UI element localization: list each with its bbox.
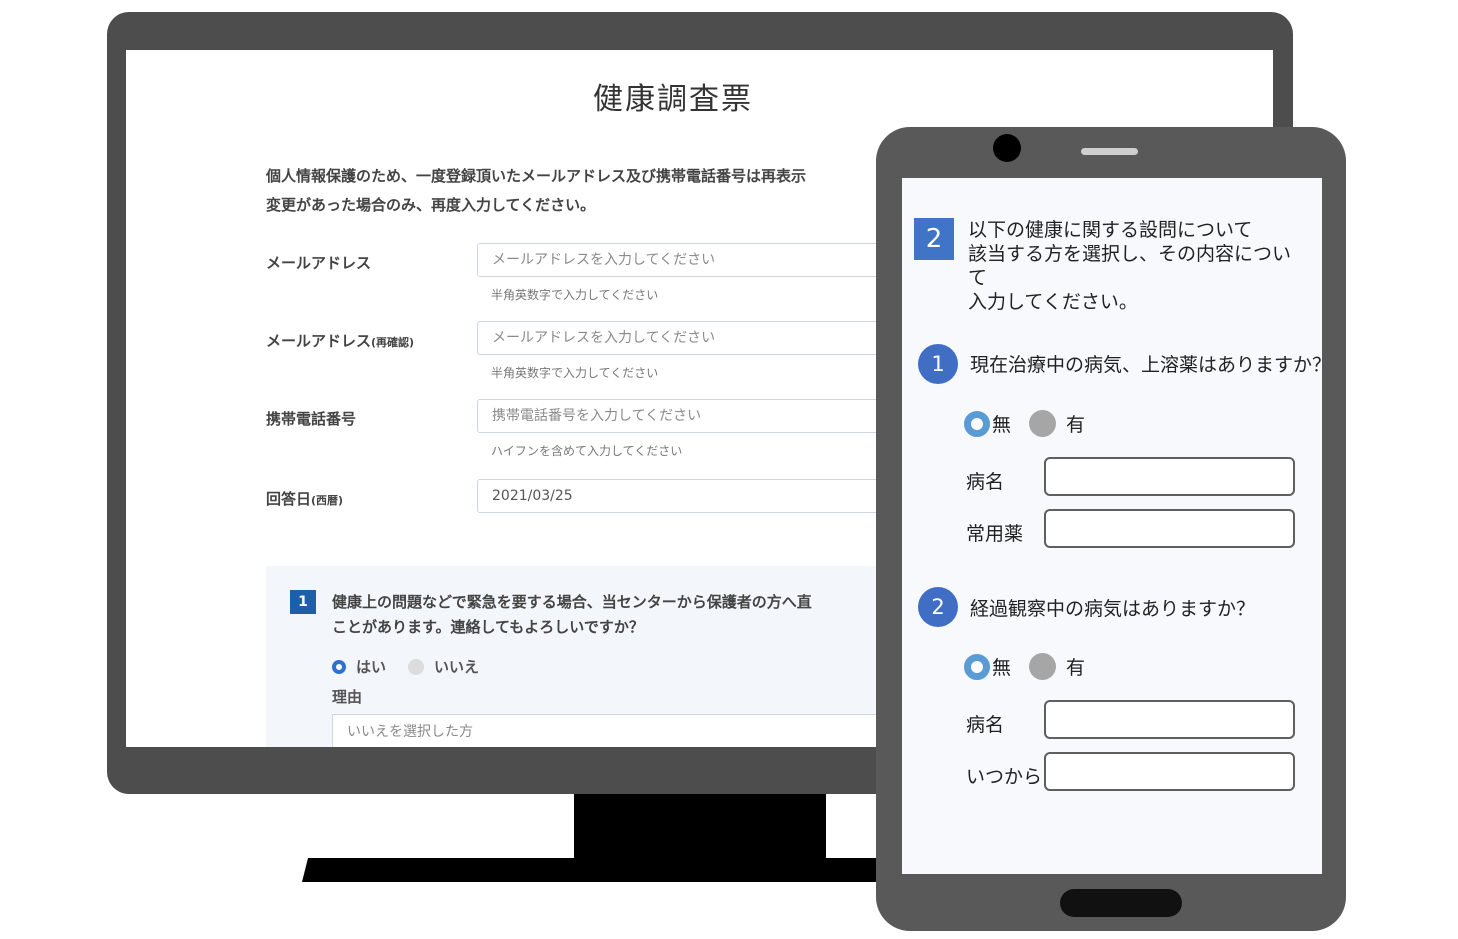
q2-since-label: いつから (966, 766, 1043, 788)
camera-icon (993, 134, 1021, 162)
speaker-grille (1081, 148, 1138, 155)
email-confirm-label: メールアドレス(再確認) (266, 332, 415, 350)
email-help: 半角英数字で入力してください (491, 288, 659, 302)
q1-radio-no[interactable] (964, 410, 990, 437)
tablet-device: 2 以下の健康に関する設問について 該当する方を選択し、その内容について 入力し… (876, 127, 1346, 931)
q2-radio-yes-label: 有 (1066, 657, 1086, 679)
monitor-stand-neck (574, 794, 826, 860)
home-button[interactable] (1060, 889, 1182, 917)
q2-radio-no-label: 無 (992, 657, 1012, 679)
question-1-text: 現在治療中の病気、上溶薬はありますか？ (970, 354, 1322, 376)
question-number-badge: 1 (290, 590, 316, 614)
q1-radio-no-label: 無 (992, 414, 1012, 436)
email-label: メールアドレス (266, 254, 372, 272)
q1-medicine-field[interactable] (1044, 509, 1295, 548)
q1-disease-label: 病名 (966, 471, 1005, 493)
q2-radio-no[interactable] (964, 653, 990, 680)
tablet-screen: 2 以下の健康に関する設問について 該当する方を選択し、その内容について 入力し… (902, 178, 1322, 874)
question-1-number: 1 (918, 344, 958, 384)
reason-label: 理由 (332, 688, 363, 706)
question-1-radio-group: 無 有 (964, 410, 1085, 437)
q2-disease-label: 病名 (966, 714, 1005, 736)
q1-radio-yes-label: 有 (1066, 414, 1086, 436)
consent-radio-group: はい いいえ (332, 656, 479, 677)
q1-radio-yes[interactable] (1029, 410, 1057, 437)
radio-yes[interactable] (332, 659, 346, 674)
question-2-text: 経過観察中の病気はありますか？ (970, 598, 1256, 620)
q2-since-field[interactable] (1044, 752, 1295, 791)
q2-radio-yes[interactable] (1029, 653, 1057, 680)
question-line-2: ことがあります。連絡してもよろしいですか？ (332, 618, 644, 636)
phone-label: 携帯電話番号 (266, 410, 357, 428)
question-2-number: 2 (918, 587, 958, 627)
question-line-1: 健康上の問題などで緊急を要する場合、当センターから保護者の方へ直 (332, 593, 812, 611)
q1-disease-field[interactable] (1044, 457, 1295, 496)
q2-disease-field[interactable] (1044, 700, 1295, 739)
question-2-radio-group: 無 有 (964, 653, 1085, 680)
email-confirm-help: 半角英数字で入力してください (491, 366, 659, 380)
answer-date-label: 回答日(西暦) (266, 490, 344, 508)
section-number-badge: 2 (914, 218, 954, 260)
q1-medicine-label: 常用薬 (966, 523, 1024, 545)
radio-no[interactable] (408, 658, 425, 675)
radio-yes-label: はい (356, 658, 387, 676)
page-title: 健康調査票 (593, 82, 753, 117)
phone-help: ハイフンを含めて入力してください (491, 444, 683, 458)
section-intro: 以下の健康に関する設問について 該当する方を選択し、その内容について 入力してく… (968, 219, 1292, 313)
question-text: 健康上の問題などで緊急を要する場合、当センターから保護者の方へ直 ことがあります… (332, 590, 812, 640)
monitor-stand-base (302, 858, 902, 882)
radio-no-label: いいえ (434, 658, 480, 676)
